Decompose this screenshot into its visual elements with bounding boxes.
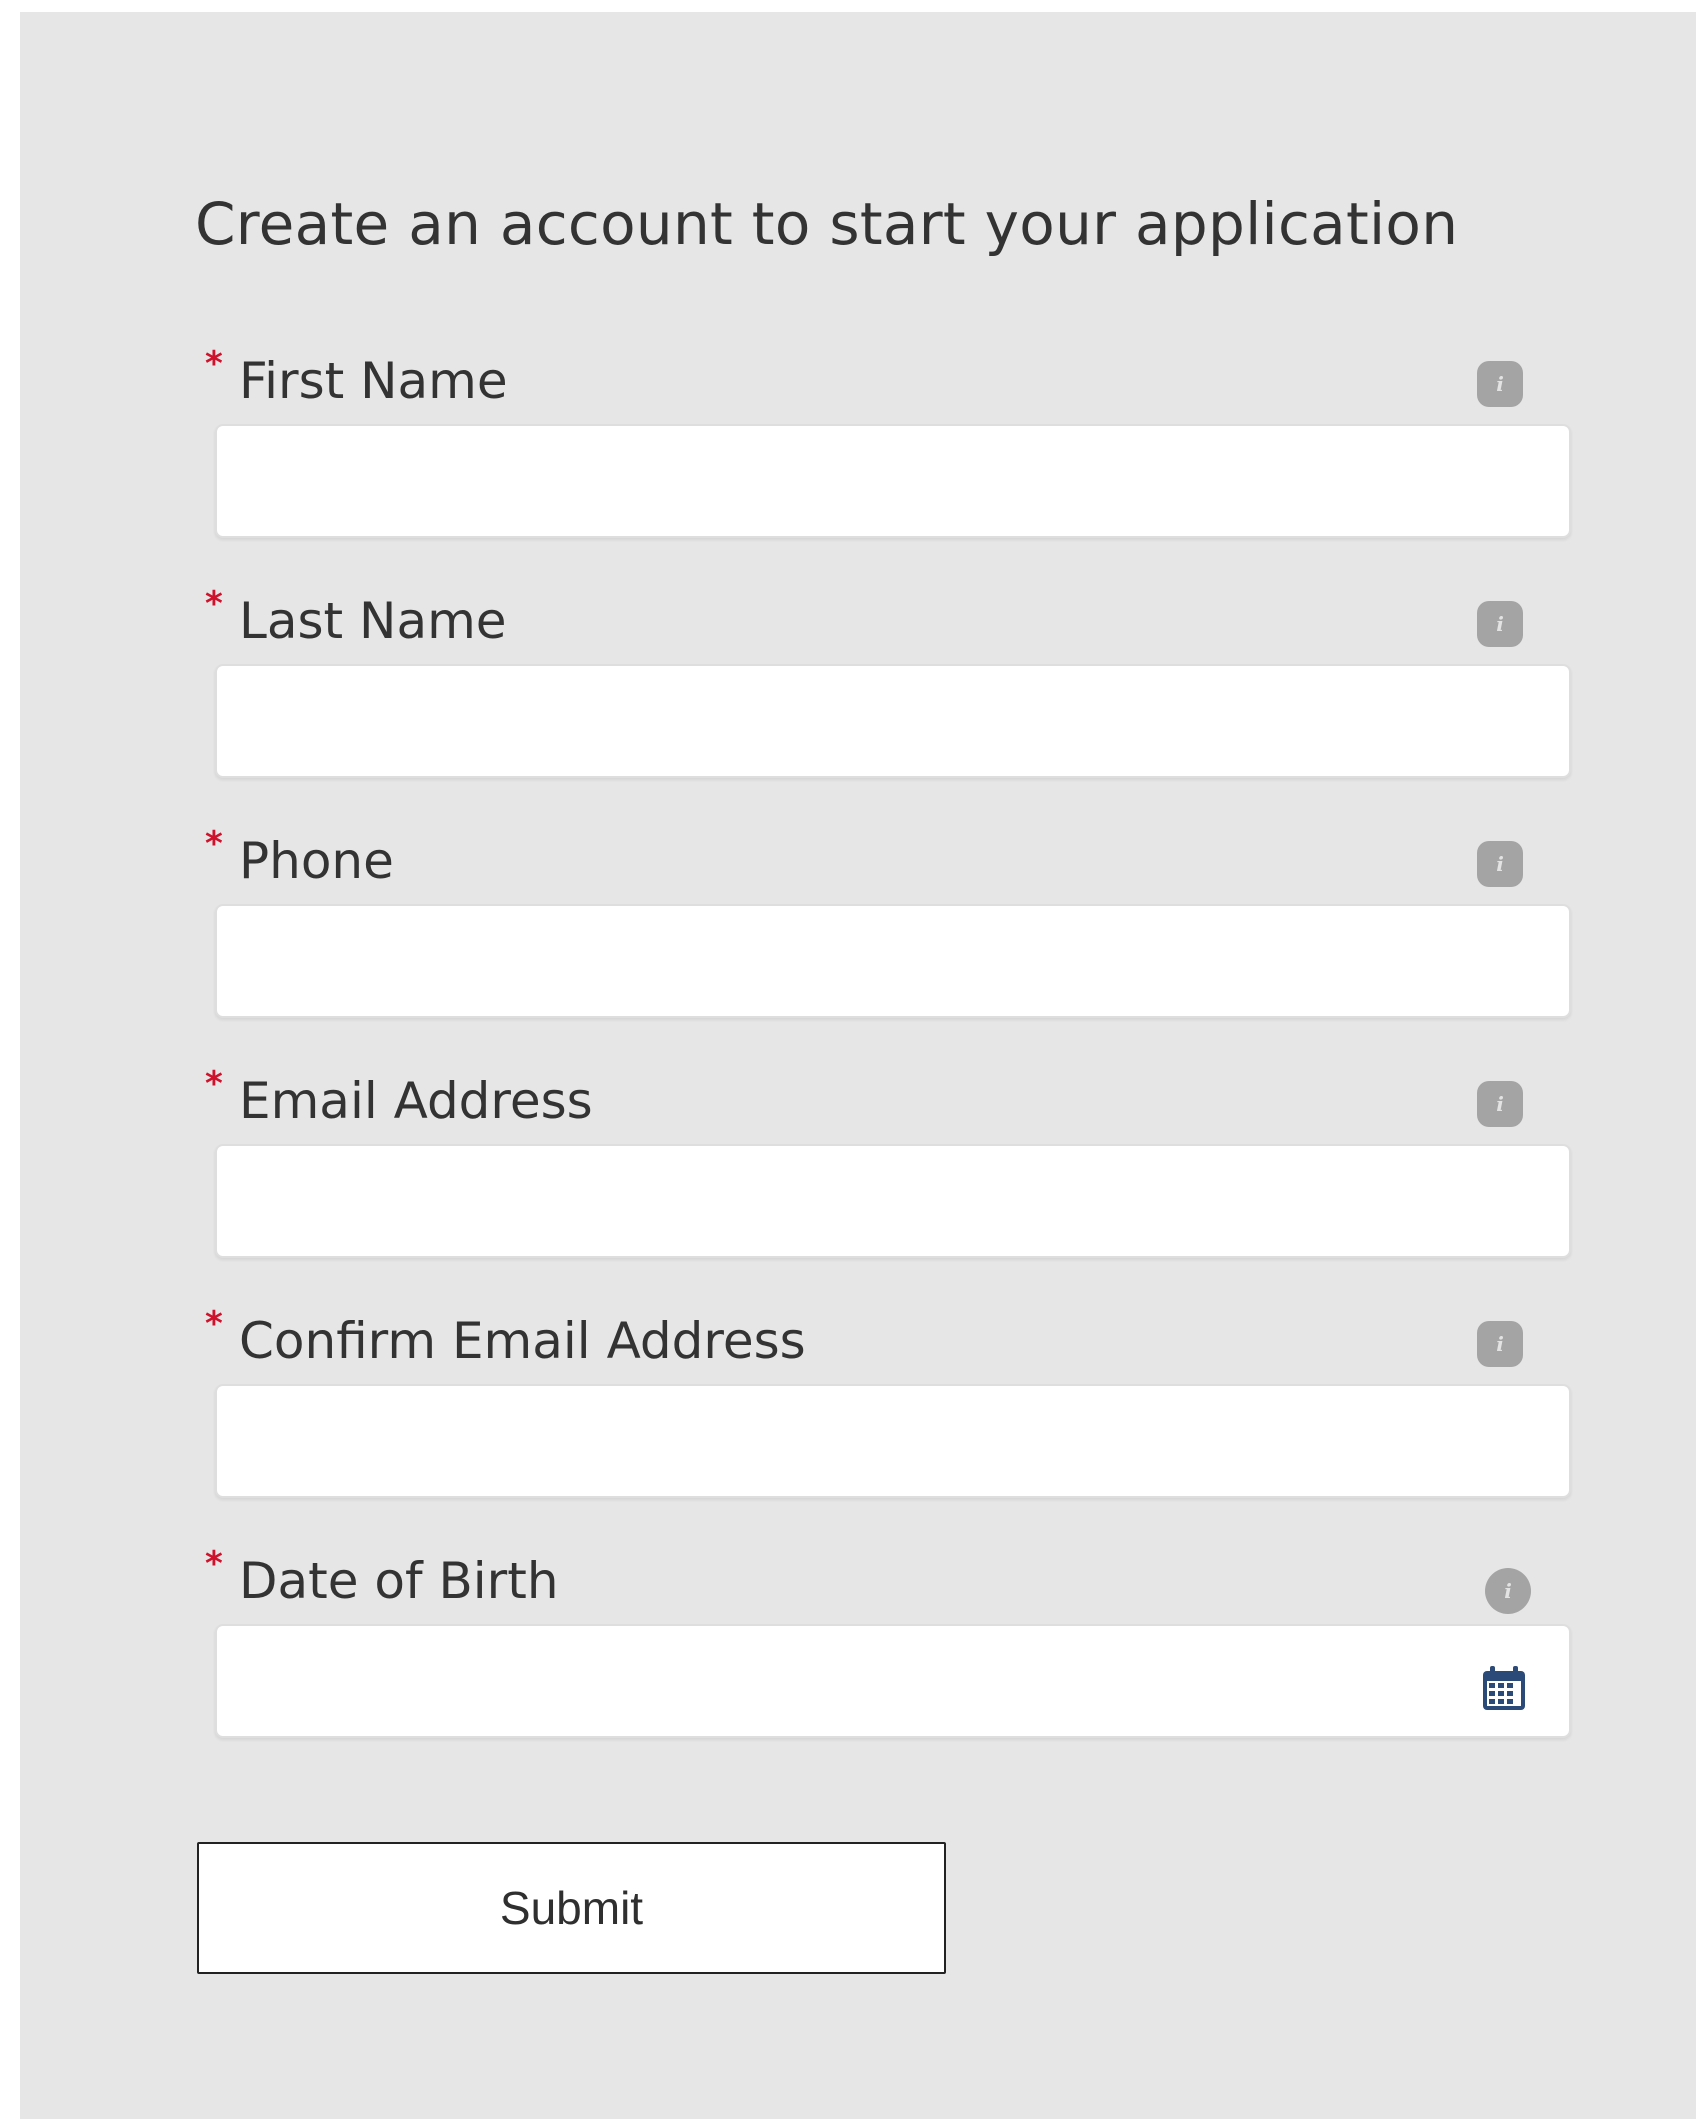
last-name-label: Last Name [239, 592, 507, 650]
info-glyph: i [1496, 372, 1504, 396]
email-address-label-row: * Email Address i [205, 1060, 1575, 1140]
info-icon[interactable]: i [1477, 601, 1523, 647]
date-of-birth-label: Date of Birth [239, 1552, 559, 1610]
info-glyph: i [1496, 1332, 1504, 1356]
info-icon[interactable]: i [1477, 841, 1523, 887]
info-icon[interactable]: i [1477, 1321, 1523, 1367]
first-name-label-row: * First Name i [205, 340, 1575, 420]
required-marker: * [205, 1304, 223, 1344]
submit-button[interactable]: Submit [197, 1842, 946, 1974]
form-panel: Create an account to start your applicat… [20, 12, 1696, 2119]
email-address-label: Email Address [239, 1072, 593, 1130]
required-marker: * [205, 1544, 223, 1584]
email-address-field: * Email Address i [205, 1060, 1575, 1260]
info-glyph: i [1496, 852, 1504, 876]
confirm-email-input[interactable] [215, 1384, 1571, 1498]
confirm-email-label-row: * Confirm Email Address i [205, 1300, 1575, 1380]
info-icon[interactable]: i [1477, 361, 1523, 407]
first-name-input[interactable] [215, 424, 1571, 538]
last-name-field: * Last Name i [205, 580, 1575, 780]
date-of-birth-label-row: * Date of Birth i [205, 1540, 1575, 1620]
info-glyph: i [1504, 1579, 1512, 1603]
confirm-email-field: * Confirm Email Address i [205, 1300, 1575, 1500]
phone-label: Phone [239, 832, 394, 890]
phone-input[interactable] [215, 904, 1571, 1018]
info-icon[interactable]: i [1477, 1081, 1523, 1127]
phone-label-row: * Phone i [205, 820, 1575, 900]
date-of-birth-input[interactable] [215, 1624, 1571, 1738]
info-icon[interactable]: i [1485, 1568, 1531, 1614]
form-title: Create an account to start your applicat… [195, 190, 1459, 258]
info-glyph: i [1496, 1092, 1504, 1116]
calendar-icon[interactable] [1481, 1664, 1527, 1712]
last-name-label-row: * Last Name i [205, 580, 1575, 660]
first-name-field: * First Name i [205, 340, 1575, 540]
required-marker: * [205, 584, 223, 624]
date-of-birth-field: * Date of Birth i [205, 1540, 1575, 1740]
required-marker: * [205, 824, 223, 864]
required-marker: * [205, 344, 223, 384]
first-name-label: First Name [239, 352, 508, 410]
email-address-input[interactable] [215, 1144, 1571, 1258]
info-glyph: i [1496, 612, 1504, 636]
last-name-input[interactable] [215, 664, 1571, 778]
confirm-email-label: Confirm Email Address [239, 1312, 806, 1370]
phone-field: * Phone i [205, 820, 1575, 1020]
required-marker: * [205, 1064, 223, 1104]
